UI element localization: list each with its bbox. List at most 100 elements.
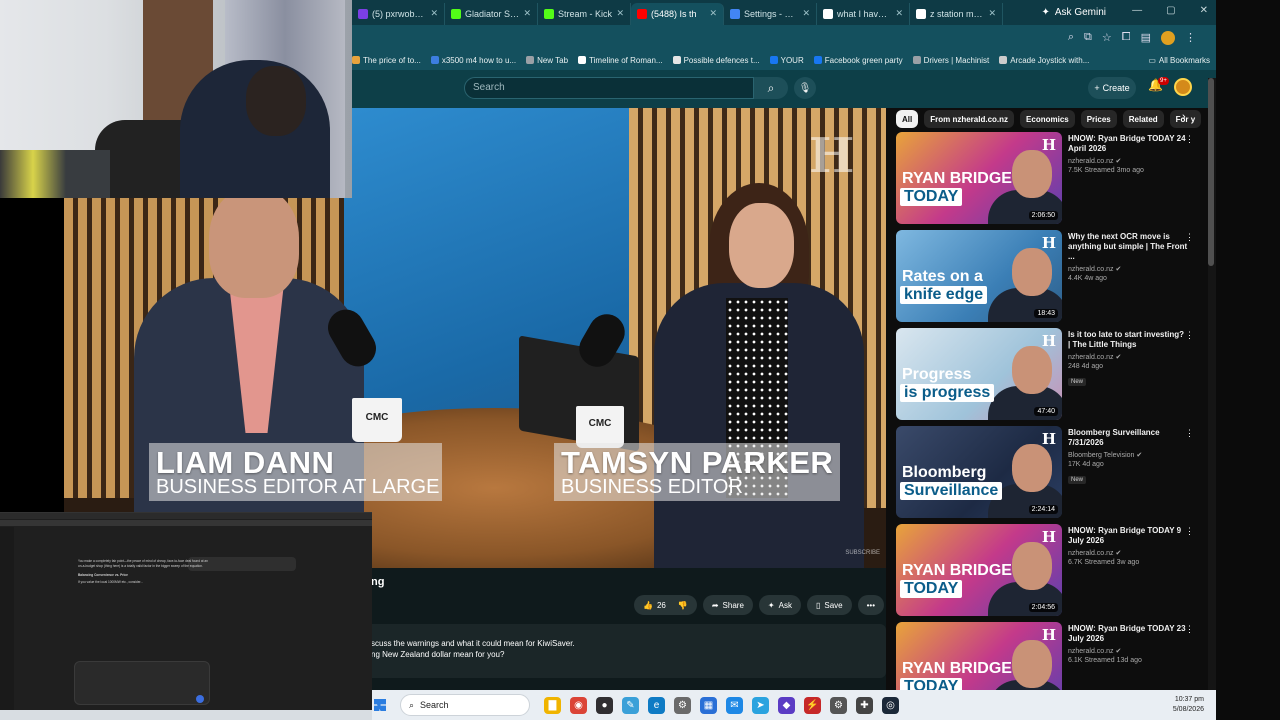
- windows-start-icon[interactable]: [374, 699, 386, 711]
- filter-chip[interactable]: From nzherald.co.nz: [924, 110, 1015, 128]
- settings-icon[interactable]: ⚙: [674, 696, 691, 714]
- close-tab-icon[interactable]: ✕: [430, 8, 438, 19]
- close-tab-icon[interactable]: ✕: [895, 8, 903, 19]
- close-tab-icon[interactable]: ✕: [802, 8, 810, 19]
- all-bookmarks[interactable]: ▭ All Bookmarks: [1148, 56, 1210, 65]
- store-icon[interactable]: ▦: [700, 696, 717, 714]
- bookmark-item[interactable]: YOUR: [769, 56, 804, 65]
- video-title[interactable]: Bloomberg Surveillance 7/31/2026: [1068, 428, 1188, 448]
- save-button[interactable]: ▯ Save: [806, 595, 852, 615]
- bookmark-item[interactable]: The price of to...: [352, 56, 421, 65]
- taskbar-clock[interactable]: 10:37 pm 5/08/2026: [1173, 695, 1204, 715]
- video-thumbnail[interactable]: H Rates on a knife edge 18:43: [896, 230, 1062, 322]
- more-options-icon[interactable]: ⋮: [1185, 330, 1194, 341]
- share-button[interactable]: ➦ Share: [702, 595, 753, 615]
- filter-chip[interactable]: Economics: [1020, 110, 1075, 128]
- voice-search-button[interactable]: 🎙: [794, 77, 816, 99]
- chrome-icon[interactable]: ◉: [570, 696, 587, 714]
- more-actions-button[interactable]: •••: [857, 595, 884, 615]
- channel-name[interactable]: nzherald.co.nz ✔: [1068, 549, 1188, 557]
- gamepad-icon[interactable]: ✚: [856, 696, 873, 714]
- sidepanel-icon[interactable]: ▤: [1141, 31, 1151, 44]
- close-tab-icon[interactable]: ✕: [616, 8, 624, 19]
- video-title[interactable]: HNOW: Ryan Bridge TODAY 23 July 2026: [1068, 624, 1188, 644]
- video-thumbnail[interactable]: H Progress is progress 47:40: [896, 328, 1062, 420]
- zoom-icon[interactable]: ⌕: [1068, 31, 1074, 44]
- browser-tab[interactable]: Gladiator Strea ✕: [445, 2, 538, 25]
- bookmark-item[interactable]: Drivers | Machinist: [912, 56, 989, 65]
- browser-tab[interactable]: Stream - Kick ✕: [538, 2, 631, 25]
- search-button[interactable]: ⌕: [754, 77, 788, 99]
- ask-gemini-button[interactable]: ✦ Ask Gemini: [1041, 7, 1106, 18]
- extensions-icon[interactable]: ⧠: [1122, 31, 1131, 44]
- minimize-icon[interactable]: —: [1132, 5, 1142, 16]
- bookmark-star-icon[interactable]: ☆: [1102, 31, 1112, 44]
- video-thumbnail[interactable]: H RYAN BRIDGE TODAY 2:06:50: [896, 132, 1062, 224]
- close-tab-icon[interactable]: ✕: [988, 8, 996, 19]
- filter-chip[interactable]: All: [896, 110, 919, 128]
- video-thumbnail[interactable]: H Bloomberg Surveillance 2:24:14: [896, 426, 1062, 518]
- video-thumbnail[interactable]: H RYAN BRIDGE TODAY: [896, 622, 1062, 690]
- youtube-account-avatar[interactable]: [1174, 78, 1192, 96]
- video-title[interactable]: Is it too late to start investing? | The…: [1068, 330, 1188, 350]
- more-options-icon[interactable]: ⋮: [1185, 134, 1194, 145]
- more-options-icon[interactable]: ⋮: [1185, 428, 1194, 439]
- scrollbar-thumb[interactable]: [1208, 78, 1214, 266]
- maximize-icon[interactable]: ▢: [1166, 5, 1175, 16]
- browser-tab[interactable]: what I have th ✕: [817, 2, 910, 25]
- filter-chip[interactable]: Prices: [1080, 110, 1117, 128]
- close-window-icon[interactable]: ✕: [1200, 5, 1208, 16]
- recommended-video[interactable]: H Rates on a knife edge 18:43 Why the next O…: [896, 230, 1206, 322]
- steam-icon[interactable]: ◎: [882, 696, 899, 714]
- bookmark-item[interactable]: x3500 m4 how to u...: [430, 56, 516, 65]
- subscribe-watermark[interactable]: SUBSCRIBE: [845, 550, 880, 556]
- thumbs-down-icon[interactable]: 👎: [678, 601, 688, 610]
- video-thumbnail[interactable]: H RYAN BRIDGE TODAY 2:04:56: [896, 524, 1062, 616]
- file-explorer-icon[interactable]: ▇: [544, 696, 561, 714]
- video-title[interactable]: HNOW: Ryan Bridge TODAY 9 July 2026: [1068, 526, 1188, 546]
- channel-name[interactable]: Bloomberg Television ✔: [1068, 451, 1188, 459]
- browser-menu-icon[interactable]: ⋮: [1185, 31, 1196, 44]
- recommended-video[interactable]: H RYAN BRIDGE TODAY 2:06:50 HNOW: Ryan Bridg…: [896, 132, 1206, 224]
- browser-tab[interactable]: z station make ✕: [910, 2, 1003, 25]
- gear-dark-icon[interactable]: ⚙: [830, 696, 847, 714]
- channel-name[interactable]: nzherald.co.nz ✔: [1068, 157, 1188, 165]
- scrollbar[interactable]: [1208, 78, 1216, 690]
- app-red-icon[interactable]: ⚡: [804, 696, 821, 714]
- obs-icon[interactable]: ●: [596, 696, 613, 714]
- video-title[interactable]: Why the next OCR move is anything but si…: [1068, 232, 1188, 262]
- channel-name[interactable]: nzherald.co.nz ✔: [1068, 353, 1188, 361]
- filter-chip[interactable]: Related: [1122, 110, 1164, 128]
- more-options-icon[interactable]: ⋮: [1185, 232, 1194, 243]
- browser-tab[interactable]: (5488) Is th ✕: [631, 2, 724, 25]
- more-options-icon[interactable]: ⋮: [1185, 526, 1194, 537]
- profile-avatar[interactable]: [1161, 30, 1175, 45]
- cast-icon[interactable]: ⧉: [1084, 31, 1092, 44]
- video-description[interactable]: scuss the warnings and what it could mea…: [352, 624, 886, 678]
- ask-button[interactable]: ✦ Ask: [758, 595, 801, 615]
- edge-icon[interactable]: e: [648, 696, 665, 714]
- bookmark-item[interactable]: Possible defences t...: [672, 56, 760, 65]
- more-options-icon[interactable]: ⋮: [1185, 624, 1194, 635]
- bookmark-item[interactable]: Facebook green party: [813, 56, 903, 65]
- telegram-icon[interactable]: ➤: [752, 696, 769, 714]
- recommended-video[interactable]: H Bloomberg Surveillance 2:24:14 Bloomberg S…: [896, 426, 1206, 518]
- bookmark-item[interactable]: Arcade Joystick with...: [999, 56, 1089, 65]
- bookmark-item[interactable]: Timeline of Roman...: [578, 56, 663, 65]
- chevron-right-icon[interactable]: ›: [1182, 111, 1186, 123]
- like-button[interactable]: 👍 26 👎: [634, 595, 697, 615]
- close-tab-icon[interactable]: ✕: [523, 8, 531, 19]
- search-input[interactable]: Search: [464, 77, 754, 99]
- close-tab-icon[interactable]: ✕: [709, 8, 717, 19]
- mail-icon[interactable]: ✉: [726, 696, 743, 714]
- recommended-video[interactable]: H RYAN BRIDGE TODAY HNOW: Ryan Bridge TODAY…: [896, 622, 1206, 690]
- channel-name[interactable]: nzherald.co.nz ✔: [1068, 647, 1188, 655]
- video-title[interactable]: HNOW: Ryan Bridge TODAY 24 April 2026: [1068, 134, 1188, 154]
- recommended-video[interactable]: H RYAN BRIDGE TODAY 2:04:56 HNOW: Ryan Bridg…: [896, 524, 1206, 616]
- create-button[interactable]: + Create: [1088, 77, 1136, 99]
- browser-tab[interactable]: Settings - Syst ✕: [724, 2, 817, 25]
- app-purple-icon[interactable]: ◆: [778, 696, 795, 714]
- bookmark-item[interactable]: New Tab: [526, 56, 568, 65]
- taskbar-search[interactable]: ⌕ Search: [400, 694, 530, 716]
- channel-name[interactable]: nzherald.co.nz ✔: [1068, 265, 1188, 273]
